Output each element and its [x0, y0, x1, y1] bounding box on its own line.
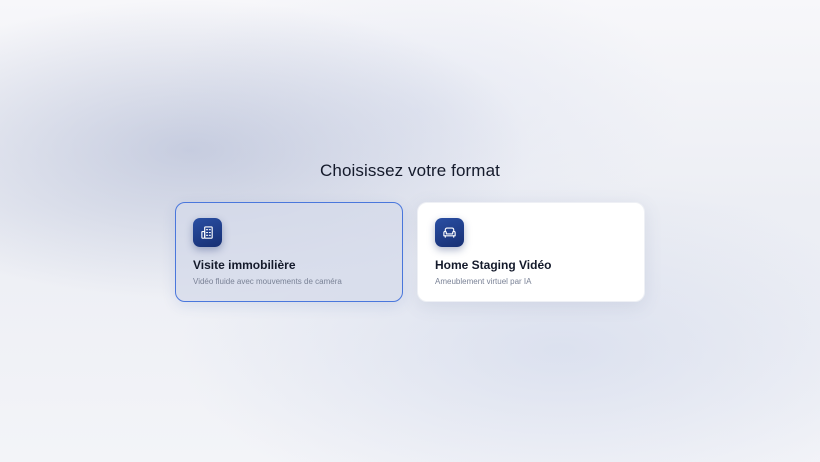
format-selection-screen: Choisissez votre format Visite immobiliè…	[0, 0, 820, 462]
card-subtitle: Ameublement virtuel par IA	[435, 277, 532, 286]
format-card-visite-immobiliere[interactable]: Visite immobilière Vidéo fluide avec mou…	[175, 202, 403, 302]
sofa-icon	[435, 218, 464, 247]
format-card-home-staging[interactable]: Home Staging Vidéo Ameublement virtuel p…	[417, 202, 645, 302]
card-title: Visite immobilière	[193, 258, 296, 272]
building-icon	[193, 218, 222, 247]
card-subtitle: Vidéo fluide avec mouvements de caméra	[193, 277, 342, 286]
page-title: Choisissez votre format	[320, 161, 500, 180]
card-title: Home Staging Vidéo	[435, 258, 552, 272]
